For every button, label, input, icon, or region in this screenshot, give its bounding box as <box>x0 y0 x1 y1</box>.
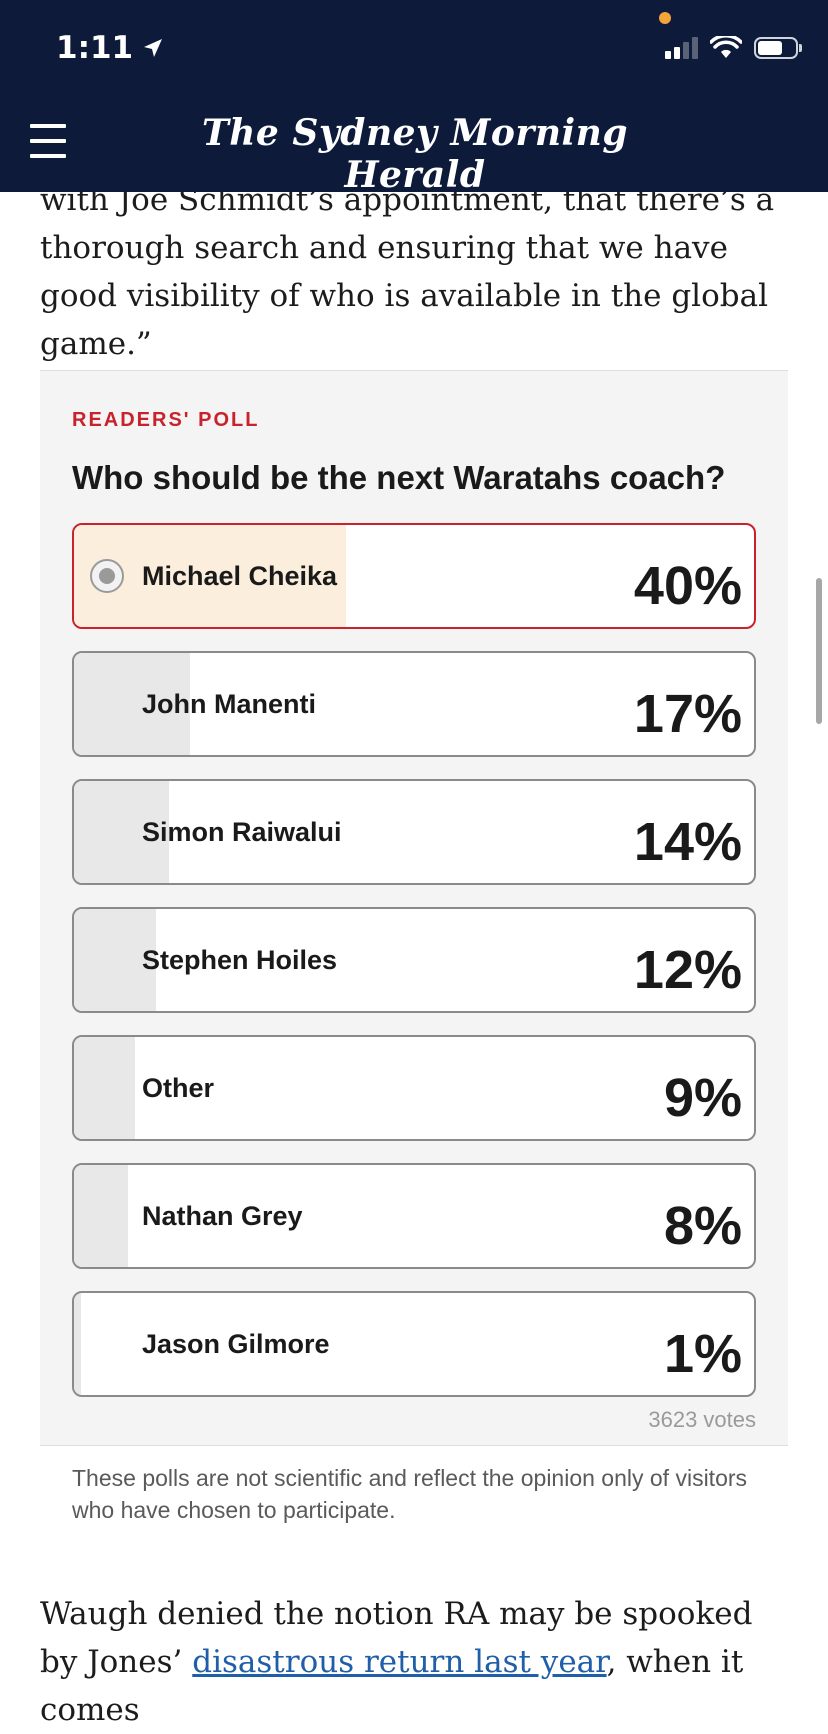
poll-option-result-bar <box>74 1293 81 1395</box>
poll-option-percent: 9% <box>663 1068 742 1128</box>
poll-option-label: Nathan Grey <box>142 1201 303 1231</box>
wifi-icon <box>710 36 742 58</box>
poll-option-label: John Manenti <box>142 689 316 719</box>
poll-option-label: Simon Raiwalui <box>142 817 342 847</box>
poll-option-percent: 14% <box>633 812 742 872</box>
masthead-logo[interactable]: The Sydney Morning Herald <box>150 112 680 196</box>
status-time: 1:11 <box>56 30 165 66</box>
poll-option[interactable]: Jason Gilmore 1% <box>72 1291 756 1397</box>
poll-option-result-bar <box>74 1037 136 1139</box>
article-link[interactable]: disastrous return last year <box>192 1644 606 1680</box>
radio-selected-icon <box>90 559 124 593</box>
hamburger-menu-icon[interactable] <box>30 124 66 158</box>
battery-icon <box>754 37 802 59</box>
top-header: 1:11 The Sydney Morning Herald <box>0 0 828 196</box>
poll-option-result-bar <box>74 1165 129 1267</box>
poll-option-label: Michael Cheika <box>142 561 338 591</box>
poll-option[interactable]: Stephen Hoiles 12% <box>72 907 756 1013</box>
poll-option-percent: 1% <box>663 1324 742 1384</box>
poll-option-percent: 8% <box>663 1196 742 1256</box>
readers-poll: READERS' POLL Who should be the next War… <box>40 370 788 1446</box>
article-paragraph-bottom: Waugh denied the notion RA may be spooke… <box>40 1590 790 1734</box>
status-icons <box>665 36 802 60</box>
scrollbar[interactable] <box>816 578 822 724</box>
poll-option[interactable]: Nathan Grey 8% <box>72 1163 756 1269</box>
poll-options: Michael Cheika 40% John Manenti 17% Simon Ra… <box>72 523 756 1419</box>
poll-option-percent: 40% <box>633 556 742 616</box>
poll-option[interactable]: John Manenti 17% <box>72 651 756 757</box>
article-paragraph-top: with Joe Schmidt’s appointment, that the… <box>40 182 775 362</box>
poll-kicker: READERS' POLL <box>72 409 260 431</box>
poll-option-percent: 17% <box>633 684 742 744</box>
poll-option-label: Jason Gilmore <box>142 1329 330 1359</box>
poll-question: Who should be the next Waratahs coach? <box>72 459 726 496</box>
poll-option[interactable]: Other 9% <box>72 1035 756 1141</box>
signal-icon <box>665 37 698 59</box>
poll-option[interactable]: Michael Cheika 40% <box>72 523 756 629</box>
poll-disclaimer: These polls are not scientific and refle… <box>72 1465 748 1523</box>
poll-option-percent: 12% <box>633 940 742 1000</box>
poll-option-label: Other <box>142 1073 215 1103</box>
poll-option-label: Stephen Hoiles <box>142 945 338 975</box>
privacy-indicator-dot <box>659 12 671 24</box>
poll-option[interactable]: Simon Raiwalui 14% <box>72 779 756 885</box>
vote-count: 3623 votes <box>648 1407 756 1432</box>
status-time-text: 1:11 <box>56 30 134 66</box>
location-arrow-icon <box>144 39 163 57</box>
